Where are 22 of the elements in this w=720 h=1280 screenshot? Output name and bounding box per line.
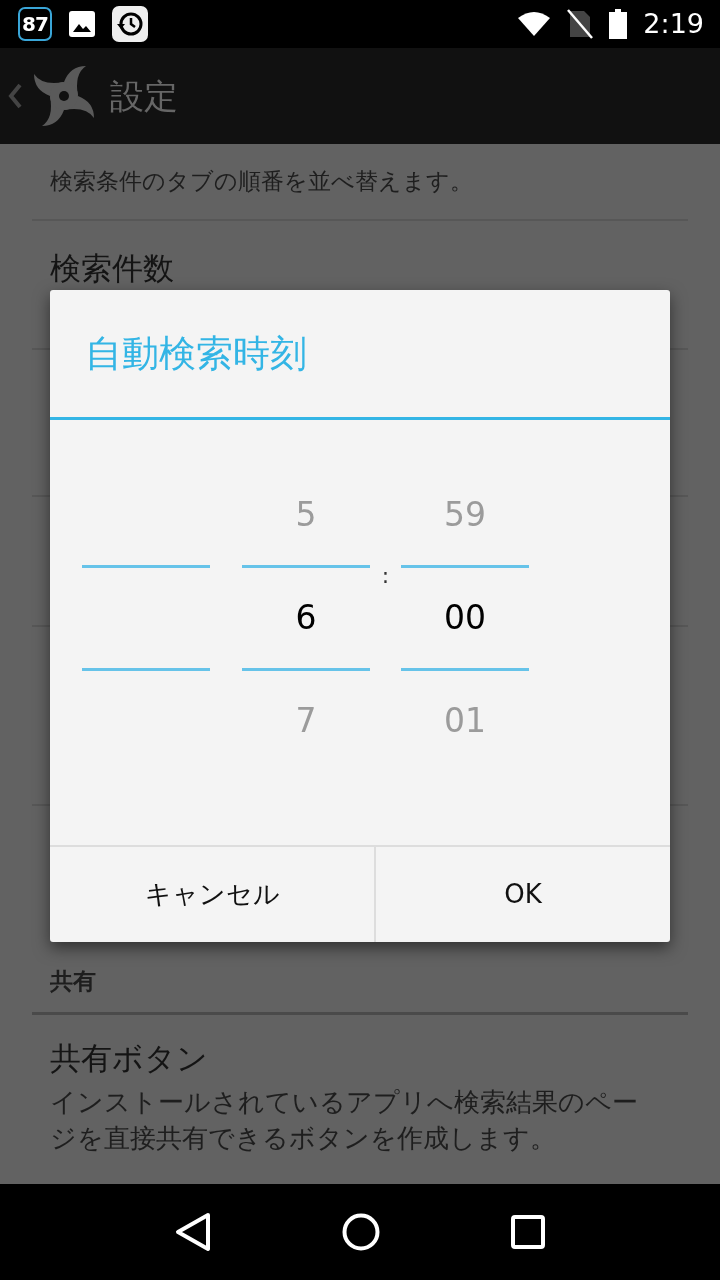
cancel-button[interactable]: キャンセル (50, 847, 374, 942)
image-icon (68, 10, 96, 38)
dialog-title: 自動検索時刻 (50, 290, 670, 420)
category-header: 共有 (50, 966, 96, 996)
recents-icon[interactable] (510, 1215, 545, 1249)
clock: 2:19 (643, 6, 704, 41)
notification-badge: 87 (18, 7, 52, 41)
time-separator: : (380, 561, 391, 590)
battery-icon (609, 9, 628, 39)
history-icon (112, 6, 148, 42)
picker-value[interactable]: 00 (444, 568, 486, 668)
home-icon[interactable] (342, 1213, 380, 1251)
back-icon[interactable] (175, 1212, 212, 1252)
screen-title: 設定 (110, 74, 178, 118)
no-sim-icon (567, 9, 594, 39)
setting-summary: インストールされているアプリへ検索結果のページを直接共有できるボタンを作成します。 (50, 1085, 639, 1155)
setting-title: 検索件数 (50, 249, 174, 288)
setting-summary: 検索条件のタブの順番を並べ替えます。 (50, 167, 473, 196)
wifi-icon (517, 11, 552, 37)
ok-button[interactable]: OK (374, 847, 670, 942)
picker-value[interactable]: 6 (295, 568, 317, 668)
setting-title: 共有ボタン (50, 1039, 209, 1078)
